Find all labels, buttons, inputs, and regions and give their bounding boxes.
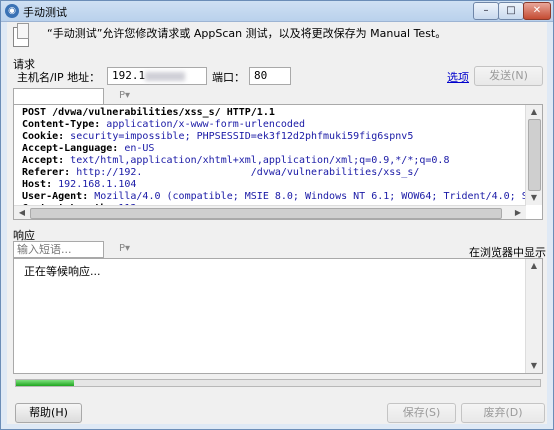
header-key: POST /dvwa/vulnerabilities/xss_s/ HTTP/1… xyxy=(22,107,275,118)
response-find-options-icon[interactable]: P▾ xyxy=(119,243,130,254)
header-key: Host: xyxy=(22,179,53,190)
port-label: 端口： xyxy=(212,71,245,84)
window-title: 手动测试 xyxy=(23,6,67,19)
port-input[interactable]: 80 xyxy=(249,67,291,85)
header-key: Referer: xyxy=(22,167,71,178)
help-button[interactable]: 帮助(H) xyxy=(15,403,82,423)
host-label: 主机名/IP 地址： xyxy=(17,71,101,84)
header-key: Accept-Language: xyxy=(22,143,119,154)
request-editor[interactable]: POST /dvwa/vulnerabilities/xss_s/ HTTP/1… xyxy=(13,104,543,220)
request-vertical-scroll-thumb[interactable] xyxy=(528,119,541,191)
request-line: Accept-Language: en-US xyxy=(22,143,542,155)
save-button[interactable]: 保存(S) xyxy=(387,403,456,423)
request-line: Cookie: security=impossible; PHPSESSID=e… xyxy=(22,131,542,143)
request-text: POST /dvwa/vulnerabilities/xss_s/ HTTP/1… xyxy=(22,107,543,215)
request-find-options-icon[interactable]: P▾ xyxy=(119,90,130,101)
request-line: Accept: text/html,application/xhtml+xml,… xyxy=(22,155,542,167)
minimize-button[interactable]: – xyxy=(473,2,499,20)
request-line: POST /dvwa/vulnerabilities/xss_s/ HTTP/1… xyxy=(22,107,542,119)
header-value: 192.168.1.104 xyxy=(52,179,137,190)
header-value: security=impossible; PHPSESSID=ek3f12d2p… xyxy=(64,131,414,142)
waiting-response-text: 正在等候响应... xyxy=(24,265,101,278)
response-scroll-up-arrow-icon[interactable]: ▲ xyxy=(526,259,542,273)
manual-test-window: ◉ 手动测试 – □ ✕ “手动测试”允许您修改请求或 AppScan 测试，以… xyxy=(0,0,554,430)
request-vertical-scrollbar[interactable]: ▲ ▼ xyxy=(525,105,542,205)
scroll-left-arrow-icon[interactable]: ◀ xyxy=(14,206,30,219)
header-value: Mozilla/4.0 (compatible; MSIE 8.0; Windo… xyxy=(88,191,543,202)
header-value: en-US xyxy=(118,143,155,154)
redacted-host xyxy=(145,71,186,81)
response-find-input[interactable]: 输入短语... xyxy=(13,241,104,258)
request-horizontal-scrollbar[interactable]: ◀ ▶ xyxy=(14,205,526,219)
request-find-input[interactable] xyxy=(13,88,104,105)
scroll-right-arrow-icon[interactable]: ▶ xyxy=(510,206,526,219)
dialog-content: “手动测试”允许您修改请求或 AppScan 测试，以及将更改保存为 Manua… xyxy=(7,22,547,424)
header-key: User-Agent: xyxy=(22,191,89,202)
header-key: Accept: xyxy=(22,155,65,166)
send-button[interactable]: 发送(N) xyxy=(474,66,543,86)
app-icon: ◉ xyxy=(5,4,19,18)
request-horizontal-scroll-thumb[interactable] xyxy=(30,208,502,219)
request-line: Content-Type: application/x-www-form-url… xyxy=(22,119,542,131)
discard-button[interactable]: 废弃(D) xyxy=(461,403,545,423)
close-button[interactable]: ✕ xyxy=(523,2,551,20)
response-vertical-scrollbar[interactable]: ▲ ▼ xyxy=(525,259,542,373)
options-link[interactable]: 选项 xyxy=(447,69,469,85)
progress-bar xyxy=(15,379,541,387)
title-bar: ◉ 手动测试 – □ ✕ xyxy=(1,1,553,22)
header-key: Content-Type: xyxy=(22,119,101,130)
request-line: Host: 192.168.1.104 xyxy=(22,179,542,191)
maximize-button[interactable]: □ xyxy=(498,2,524,20)
header-value: text/html,application/xhtml+xml,applicat… xyxy=(64,155,450,166)
request-line: User-Agent: Mozilla/4.0 (compatible; MSI… xyxy=(22,191,543,203)
progress-fill xyxy=(16,380,74,386)
header-key: Cookie: xyxy=(22,131,65,142)
header-value: application/x-www-form-urlencoded xyxy=(100,119,305,130)
request-line: Referer: http://192. /dvwa/vulnerabiliti… xyxy=(22,167,542,179)
scroll-up-arrow-icon[interactable]: ▲ xyxy=(526,105,542,119)
header-value: http://192. /dvwa/vulnerabilities/xss_s/ xyxy=(70,167,420,178)
response-scroll-down-arrow-icon[interactable]: ▼ xyxy=(526,359,542,373)
scroll-down-arrow-icon[interactable]: ▼ xyxy=(526,191,542,205)
host-input[interactable]: 192.1 xyxy=(107,67,207,85)
host-value: 192.1 xyxy=(112,69,146,82)
document-icon xyxy=(13,23,29,47)
response-find-placeholder: 输入短语... xyxy=(17,243,72,256)
response-viewer[interactable]: 正在等候响应... ▲ ▼ xyxy=(13,258,543,374)
description-text: “手动测试”允许您修改请求或 AppScan 测试，以及将更改保存为 Manua… xyxy=(47,27,447,40)
